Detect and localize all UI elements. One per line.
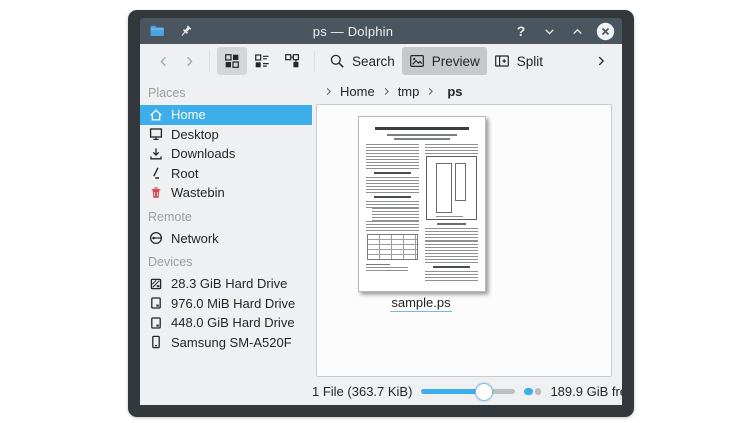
pin-icon[interactable] [175,21,195,41]
minimize-icon[interactable] [539,21,559,41]
icons-view-icon [224,53,240,69]
close-icon[interactable] [595,21,615,41]
main-toolbar: Search Preview Split [140,44,622,78]
chevron-right-icon [324,87,333,96]
sidebar-item-label: Wastebin [171,185,225,200]
wastebin-icon [148,185,164,201]
titlebar[interactable]: ps — Dolphin ? [140,18,622,44]
thumb-doc-columns [366,144,478,286]
chevron-right-icon [426,87,435,96]
home-icon [148,107,164,123]
details-view-icon [254,53,270,69]
places-section-header: Places [148,86,312,100]
breadcrumb-item-ps[interactable]: ps [447,84,462,99]
toolbar-separator [209,51,210,72]
tree-view-button[interactable] [277,47,307,75]
hard-drive-icon [148,295,164,311]
zoom-slider-handle[interactable] [475,383,493,401]
capacity-free-segment [535,388,541,395]
maximize-icon[interactable] [567,21,587,41]
search-button[interactable]: Search [322,47,402,75]
help-icon[interactable]: ? [511,21,531,41]
preview-button[interactable]: Preview [402,47,487,75]
back-button[interactable] [150,47,176,75]
thumb-doc-title-line [375,127,468,130]
forward-button[interactable] [176,47,202,75]
devices-section-header: Devices [148,255,312,269]
toolbar-separator [314,51,315,72]
breadcrumb-item-home[interactable]: Home [340,84,375,99]
dolphin-window: ps — Dolphin ? [128,10,634,417]
app-frame: Search Preview Split [140,44,622,405]
sidebar-item-network[interactable]: Network [140,229,312,249]
icons-view-button[interactable] [217,47,247,75]
sidebar-item-label: Home [171,107,206,122]
window-menu-folder-icon[interactable] [147,21,167,41]
thumb-doc-author-line [394,138,449,140]
file-view: sample.ps [316,104,612,377]
free-space-label: 189.9 GiB free [550,384,622,399]
ps-document-thumbnail [358,116,486,292]
folder-view-column: Home tmp ps [312,78,622,377]
sidebar-item-drive-976mib[interactable]: 976.0 MiB Hard Drive [140,294,312,314]
sidebar-item-label: Samsung SM-A520F [171,335,292,350]
status-summary: 1 File (363.7 KiB) [312,384,412,399]
sidebar-item-drive-28gib[interactable]: 28.3 GiB Hard Drive [140,274,312,294]
preview-button-label: Preview [432,54,480,69]
hard-drive-icon [148,276,164,292]
sidebar-item-wastebin[interactable]: Wastebin [140,183,312,203]
sidebar-item-label: 448.0 GiB Hard Drive [171,315,295,330]
sidebar-item-label: Root [171,166,198,181]
downloads-icon [148,146,164,162]
chevron-right-icon [382,87,391,96]
remote-section-header: Remote [148,210,312,224]
search-button-label: Search [352,54,395,69]
toolbar-overflow-button[interactable] [590,47,612,75]
sidebar-item-label: 976.0 MiB Hard Drive [171,296,295,311]
sidebar-item-home[interactable]: Home [140,105,312,125]
sidebar-item-label: Downloads [171,146,235,161]
breadcrumb-item-tmp[interactable]: tmp [398,84,420,99]
sidebar-item-desktop[interactable]: Desktop [140,125,312,145]
thumb-doc-author-line [387,134,458,136]
folder-icon [149,23,165,39]
sidebar-item-label: Desktop [171,127,219,142]
preview-icon [409,53,425,69]
file-name-label[interactable]: sample.ps [390,296,451,312]
disk-capacity-bar [524,388,541,395]
network-icon [148,230,164,246]
thumb-doc-left-column [366,144,419,286]
desktop-icon [148,126,164,142]
zoom-slider-fill [421,389,483,394]
sidebar-item-root[interactable]: Root [140,164,312,184]
thumb-doc-right-column [425,144,478,286]
content-split: Places Home Desktop [140,78,622,377]
hard-drive-icon [148,315,164,331]
status-bar: 1 File (363.7 KiB) 189.9 GiB free [140,377,622,405]
search-icon [329,53,345,69]
thumb-doc-table [367,234,418,260]
capacity-used-segment [524,388,533,395]
sidebar-item-downloads[interactable]: Downloads [140,144,312,164]
desktop-background: { "window": { "title": "ps — Dolphin", "… [0,0,752,423]
sidebar-item-samsung-phone[interactable]: Samsung SM-A520F [140,333,312,353]
thumb-doc-figure [426,156,478,220]
smartphone-icon [148,334,164,350]
tree-view-icon [284,53,300,69]
window-title: ps — Dolphin [203,24,503,39]
file-item-sample-ps[interactable]: sample.ps [358,116,484,312]
zoom-slider[interactable] [421,383,515,400]
root-icon [148,165,164,181]
split-icon [494,53,510,69]
split-button-label: Split [517,54,543,69]
breadcrumb: Home tmp ps [312,78,622,104]
places-panel: Places Home Desktop [140,78,312,377]
sidebar-item-label: Network [171,231,219,246]
sidebar-item-drive-448gib[interactable]: 448.0 GiB Hard Drive [140,313,312,333]
split-button[interactable]: Split [487,47,550,75]
details-view-button[interactable] [247,47,277,75]
sidebar-item-label: 28.3 GiB Hard Drive [171,276,287,291]
